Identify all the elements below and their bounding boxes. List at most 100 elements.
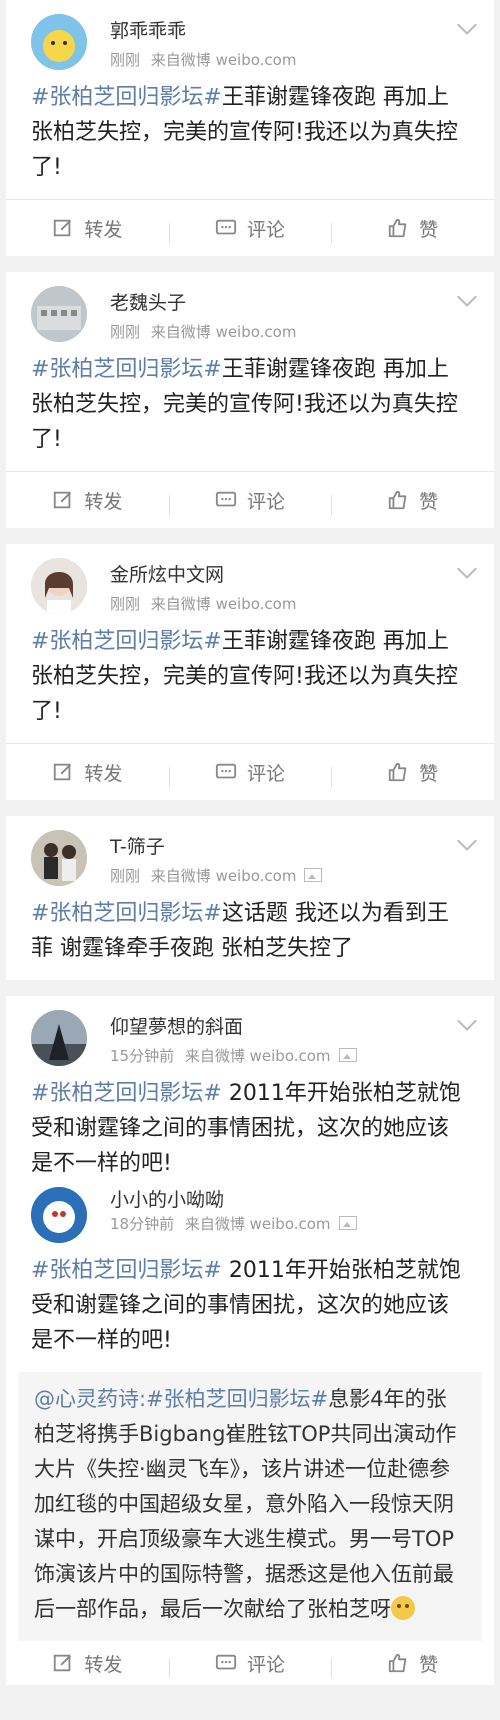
username[interactable]: T-筛子 (110, 832, 165, 859)
edit-icon (54, 219, 72, 237)
weibo-feed: 郭乖乖乖 刚刚 来自微博 weibo.com #张柏芝回归影坛#王菲谢霆锋夜跑 … (0, 0, 500, 1685)
post-meta: 18分钟前 来自微博 weibo.com (110, 1213, 363, 1234)
post-meta: 15分钟前 来自微博 weibo.com (110, 1045, 363, 1066)
reposted-author[interactable]: @心灵药诗: (34, 1387, 146, 1411)
post-source: 来自微博 weibo.com (184, 1047, 331, 1065)
comment-button[interactable]: 评论 (168, 487, 332, 515)
avatar[interactable] (31, 558, 87, 614)
repost-button[interactable]: 转发 (6, 759, 169, 786)
username[interactable]: 小小的小呦呦 (110, 1185, 224, 1212)
hashtag-link[interactable]: #张柏芝回归影坛# (31, 1258, 222, 1283)
post-meta: 刚刚 来自微博 weibo.com (110, 321, 302, 342)
chevron-down-icon[interactable] (457, 15, 477, 35)
chevron-down-icon[interactable] (457, 287, 477, 307)
post-text: #张柏芝回归影坛# 2011年开始张柏芝就饱受和谢霆锋之间的事情困扰，这次的她应… (6, 1243, 494, 1372)
weibo-post: T-筛子 刚刚 来自微博 weibo.com #张柏芝回归影坛#这话题 我还以为… (6, 816, 494, 980)
comment-button[interactable]: 评论 (168, 1650, 332, 1678)
comment-icon (215, 491, 237, 507)
action-bar: 转发 评论 赞 (6, 471, 494, 528)
like-label: 赞 (419, 218, 439, 241)
image-icon (338, 1048, 357, 1062)
action-bar: 转发 评论 赞 (6, 199, 494, 256)
edit-icon (54, 491, 72, 509)
weibo-post: 郭乖乖乖 刚刚 来自微博 weibo.com #张柏芝回归影坛#王菲谢霆锋夜跑 … (6, 0, 494, 256)
post-text: #张柏芝回归影坛#这话题 我还以为看到王菲 谢霆锋牵手夜跑 张柏芝失控了 (6, 886, 494, 980)
comment-icon (215, 1654, 237, 1670)
comment-label: 评论 (247, 490, 286, 513)
username[interactable]: 金所炫中文网 (110, 560, 224, 587)
repost-label: 转发 (84, 218, 123, 241)
chevron-down-icon[interactable] (457, 1011, 477, 1031)
repost-label: 转发 (84, 1653, 123, 1676)
avatar[interactable] (31, 830, 87, 886)
chevron-down-icon[interactable] (457, 559, 477, 579)
thumbs-up-icon (389, 218, 407, 238)
weibo-post: 老魏头子 刚刚 来自微博 weibo.com #张柏芝回归影坛#王菲谢霆锋夜跑 … (6, 272, 494, 528)
post-source: 来自微博 weibo.com (150, 323, 297, 341)
edit-icon (54, 1654, 72, 1672)
username[interactable]: 郭乖乖乖 (110, 16, 186, 43)
post-text: #张柏芝回归影坛#王菲谢霆锋夜跑 再加上张柏芝失控，完美的宣传阿!我还以为真失控… (6, 70, 494, 199)
post-text: #张柏芝回归影坛#王菲谢霆锋夜跑 再加上张柏芝失控，完美的宣传阿!我还以为真失控… (6, 342, 494, 471)
like-button[interactable]: 赞 (331, 215, 494, 243)
post-source: 来自微博 weibo.com (150, 595, 297, 613)
post-meta: 刚刚 来自微博 weibo.com (110, 865, 328, 886)
weibo-post: 金所炫中文网 刚刚 来自微博 weibo.com #张柏芝回归影坛#王菲谢霆锋夜… (6, 544, 494, 800)
comment-label: 评论 (247, 1653, 286, 1676)
like-label: 赞 (419, 1653, 439, 1676)
hashtag-link[interactable]: #张柏芝回归影坛# (31, 629, 222, 654)
repost-button[interactable]: 转发 (6, 487, 169, 514)
chevron-down-icon[interactable] (457, 831, 477, 851)
post-time: 刚刚 (110, 595, 141, 613)
emoji-icon (391, 1596, 415, 1620)
avatar[interactable] (31, 1010, 87, 1066)
avatar[interactable] (31, 14, 87, 70)
post-source: 来自微博 weibo.com (150, 51, 297, 69)
comment-icon (215, 763, 237, 779)
hashtag-link[interactable]: #张柏芝回归影坛# (31, 1081, 222, 1106)
comment-icon (215, 219, 237, 235)
post-source: 来自微博 weibo.com (184, 1215, 331, 1233)
post-text: #张柏芝回归影坛# 2011年开始张柏芝就饱受和谢霆锋之间的事情困扰，这次的她应… (6, 1066, 494, 1191)
like-button[interactable]: 赞 (331, 1650, 494, 1678)
repost-label: 转发 (84, 490, 123, 513)
post-meta: 刚刚 来自微博 weibo.com (110, 593, 302, 614)
post-time: 刚刚 (110, 323, 141, 341)
repost-label: 转发 (84, 762, 123, 785)
post-source: 来自微博 weibo.com (150, 867, 297, 885)
hashtag-link[interactable]: #张柏芝回归影坛# (146, 1387, 328, 1411)
username[interactable]: 老魏头子 (110, 288, 186, 315)
post-meta: 刚刚 来自微博 weibo.com (110, 49, 302, 70)
comment-button[interactable]: 评论 (168, 215, 332, 243)
comment-button[interactable]: 评论 (168, 759, 332, 787)
hashtag-link[interactable]: #张柏芝回归影坛# (31, 357, 222, 382)
like-label: 赞 (419, 490, 439, 513)
image-icon (338, 1216, 357, 1230)
thumbs-up-icon (389, 762, 407, 782)
weibo-post: 仰望夢想的斜面 15分钟前 来自微博 weibo.com #张柏芝回归影坛# 2… (6, 996, 494, 1191)
repost-button[interactable]: 转发 (6, 215, 169, 242)
action-bar: 转发 评论 赞 (6, 743, 494, 800)
avatar[interactable] (31, 1187, 87, 1243)
post-time: 15分钟前 (110, 1047, 175, 1065)
post-time: 刚刚 (110, 51, 141, 69)
image-icon (304, 868, 323, 882)
reposted-weibo[interactable]: @心灵药诗:#张柏芝回归影坛#息影4年的张柏芝将携手Bigbang崔胜铉TOP共… (18, 1372, 482, 1641)
hashtag-link[interactable]: #张柏芝回归影坛# (31, 85, 222, 110)
thumbs-up-icon (389, 490, 407, 510)
like-label: 赞 (419, 762, 439, 785)
like-button[interactable]: 赞 (331, 487, 494, 515)
reposted-text: 息影4年的张柏芝将携手Bigbang崔胜铉TOP共同出演动作大片《失控·幽灵飞车… (34, 1387, 457, 1621)
weibo-post: 小小的小呦呦 18分钟前 来自微博 weibo.com #张柏芝回归影坛# 20… (6, 1187, 494, 1685)
thumbs-up-icon (389, 1653, 407, 1673)
post-text: #张柏芝回归影坛#王菲谢霆锋夜跑 再加上张柏芝失控，完美的宣传阿!我还以为真失控… (6, 614, 494, 743)
action-bar: 转发 评论 赞 (6, 1641, 494, 1685)
username[interactable]: 仰望夢想的斜面 (110, 1012, 243, 1039)
edit-icon (54, 763, 72, 781)
hashtag-link[interactable]: #张柏芝回归影坛# (31, 901, 222, 926)
comment-label: 评论 (247, 762, 286, 785)
like-button[interactable]: 赞 (331, 759, 494, 787)
avatar[interactable] (31, 286, 87, 342)
post-time: 刚刚 (110, 867, 141, 885)
repost-button[interactable]: 转发 (6, 1650, 169, 1677)
